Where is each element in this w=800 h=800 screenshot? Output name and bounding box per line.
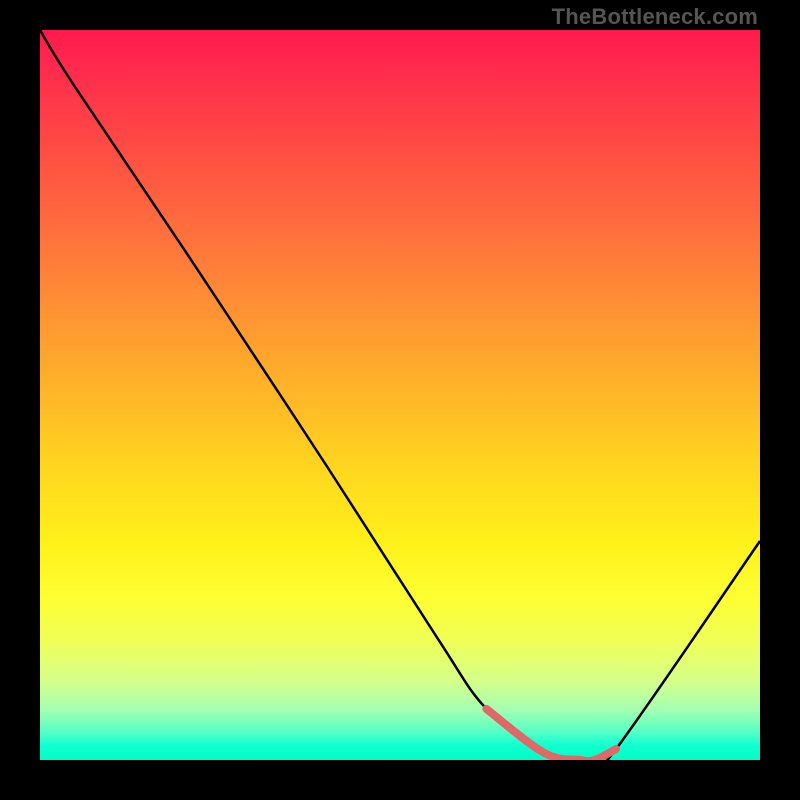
watermark-text: TheBottleneck.com [552,4,758,30]
chart-frame: TheBottleneck.com [0,0,800,800]
gradient-background [40,30,760,760]
plot-area [40,30,760,760]
